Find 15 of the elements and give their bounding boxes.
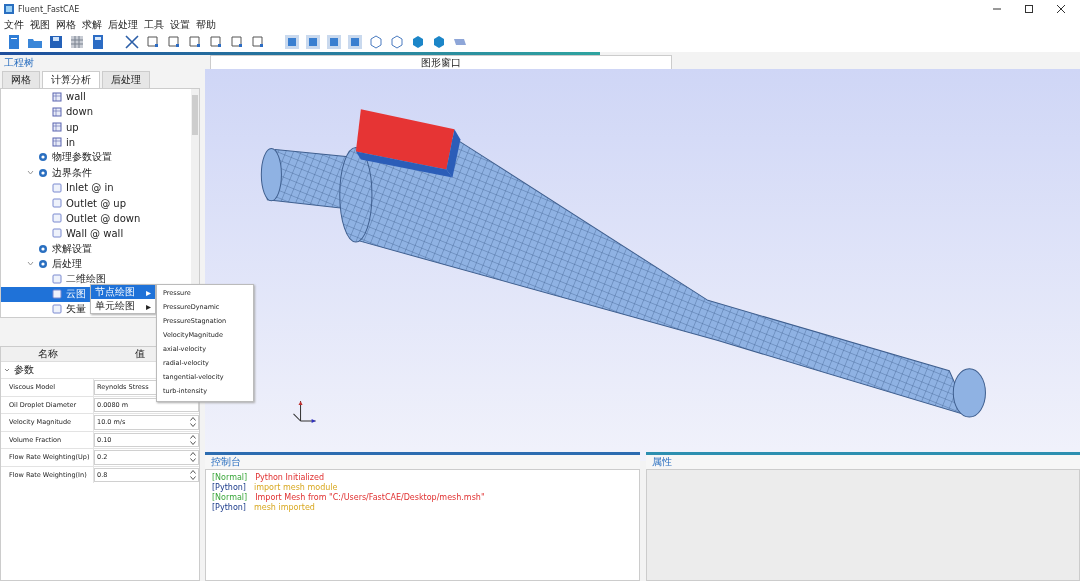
column-header: 名称 — [38, 347, 58, 361]
log-tag: [Python] — [212, 503, 246, 512]
log-message: Python Initialized — [255, 473, 325, 482]
log-tag: [Normal] — [212, 473, 248, 482]
group-label: 参数 — [14, 363, 34, 377]
log-message: mesh imported — [254, 503, 315, 512]
log-tag: [Python] — [212, 483, 246, 492]
column-header: 值 — [135, 347, 145, 361]
log-message: Import Mesh from "C:/Users/FastCAE/Desktop/mesh.msh" — [255, 493, 485, 502]
log-message: import mesh module — [254, 483, 338, 492]
panel-title: 工程树 — [3, 56, 35, 70]
log-tag: [Normal] — [212, 493, 248, 502]
window-title: Fluent_FastCAE — [18, 4, 80, 14]
panel-title: 属性 — [646, 455, 1080, 469]
panel-title: 控制台 — [205, 455, 640, 469]
